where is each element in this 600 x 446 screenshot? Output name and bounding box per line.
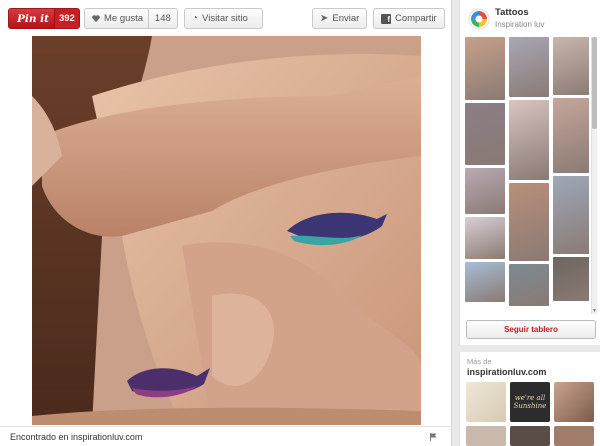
pin-count: 392	[53, 9, 79, 28]
pin-card: Pin it 392 Me gusta 148 ◔ Visitar sitio …	[0, 0, 452, 446]
board-thumbnail[interactable]	[553, 176, 589, 254]
scrollbar-thumb[interactable]	[592, 37, 597, 129]
more-from-label: Más de	[467, 357, 492, 366]
source-link[interactable]: Encontrado en inspirationluv.com	[10, 432, 142, 442]
board-thumbnail-grid	[465, 37, 589, 314]
board-thumbnail[interactable]	[465, 103, 505, 165]
more-thumbnail[interactable]: we're all Sunshine	[510, 382, 550, 422]
source-bar: Encontrado en inspirationluv.com	[0, 426, 452, 446]
tattoo-photo	[32, 36, 421, 425]
facebook-icon: f	[381, 13, 391, 24]
board-thumbnail[interactable]	[553, 98, 589, 173]
flag-icon[interactable]	[430, 433, 437, 441]
pin-image[interactable]	[32, 36, 421, 425]
thumbnail-scrollbar[interactable]: ▼	[591, 37, 597, 314]
pin-toolbar: Pin it 392 Me gusta 148 ◔ Visitar sitio …	[0, 0, 452, 36]
more-thumbnail[interactable]	[554, 426, 594, 446]
board-logo-icon	[468, 8, 490, 30]
pin-closeup-page: Pin it 392 Me gusta 148 ◔ Visitar sitio …	[0, 0, 600, 446]
board-thumbnail[interactable]	[465, 217, 505, 259]
visit-site-button[interactable]: ◔ Visitar sitio	[184, 8, 263, 29]
board-title[interactable]: Tattoos	[495, 7, 529, 18]
follow-board-button[interactable]: Seguir tablero	[466, 320, 596, 339]
board-thumbnail[interactable]	[509, 37, 549, 97]
board-owner[interactable]: Inspiration luv	[495, 20, 544, 29]
share-label: Compartir	[395, 13, 437, 24]
send-label: Enviar	[332, 13, 360, 24]
more-thumbnail[interactable]	[466, 426, 506, 446]
more-thumbnail[interactable]	[466, 382, 506, 422]
heart-icon	[92, 15, 100, 22]
like-text: Me gusta	[85, 13, 148, 24]
more-thumbnail[interactable]	[554, 382, 594, 422]
visit-label: Visitar sitio	[202, 13, 248, 24]
send-icon: ➤	[320, 13, 329, 24]
like-count: 148	[147, 9, 177, 28]
share-button[interactable]: f Compartir	[373, 8, 445, 29]
like-label: Me gusta	[104, 13, 144, 24]
globe-icon: ◔	[192, 13, 199, 24]
like-button[interactable]: Me gusta 148	[84, 8, 178, 29]
board-thumbnail[interactable]	[509, 264, 549, 306]
board-thumbnail[interactable]	[465, 37, 505, 100]
pin-it-button[interactable]: Pin it 392	[8, 8, 80, 29]
more-from-domain[interactable]: inspirationluv.com	[467, 367, 546, 377]
more-thumbnail[interactable]	[510, 426, 550, 446]
send-button[interactable]: ➤ Enviar	[312, 8, 367, 29]
board-thumbnail[interactable]	[465, 262, 505, 302]
board-thumbnail[interactable]	[509, 100, 549, 180]
board-thumbnail[interactable]	[553, 257, 589, 301]
scroll-down-icon[interactable]: ▼	[592, 308, 597, 314]
board-panel: Tattoos Inspiration luv ▼ Seguir tablero	[459, 0, 600, 345]
board-thumbnail[interactable]	[553, 37, 589, 95]
board-thumbnail[interactable]	[509, 183, 549, 261]
board-thumbnail[interactable]	[465, 168, 505, 214]
more-from-panel: Más de inspirationluv.com we're all Suns…	[459, 352, 600, 446]
pin-it-label: Pin it	[17, 12, 50, 25]
more-thumbnail-text: we're all Sunshine	[513, 394, 547, 410]
